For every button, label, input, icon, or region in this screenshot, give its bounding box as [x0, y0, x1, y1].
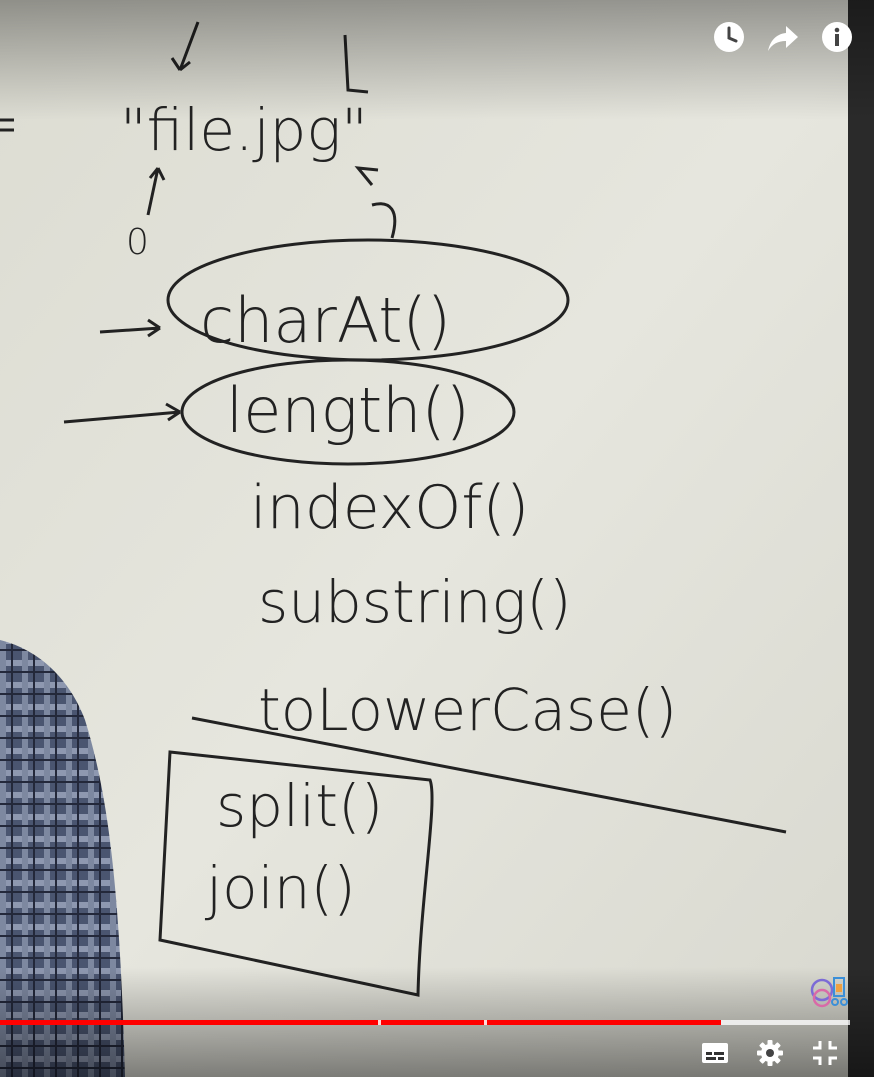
chapter-marker: [483, 1020, 487, 1025]
whiteboard-method-split: split(): [216, 772, 383, 840]
whiteboard-method-charat: charAt(): [200, 284, 451, 357]
whiteboard-method-indexof: indexOf(): [250, 473, 529, 543]
whiteboard-index-zero: 0: [126, 222, 149, 263]
exit-fullscreen-icon: [813, 1041, 837, 1065]
settings-icon: [757, 1040, 783, 1066]
video-player[interactable]: "file.jpg" 0 charAt() length() indexOf()…: [0, 0, 874, 1077]
whiteboard-method-substring: substring(): [258, 568, 572, 636]
info-icon: [822, 22, 852, 52]
share-button[interactable]: [766, 20, 800, 54]
chapter-marker: [378, 1020, 382, 1025]
info-button[interactable]: [820, 20, 854, 54]
whiteboard-method-tolowercase: toLowerCase(): [258, 676, 677, 744]
settings-button[interactable]: [755, 1038, 785, 1068]
subtitles-button[interactable]: [700, 1038, 730, 1068]
share-icon: [768, 26, 798, 51]
progress-bar[interactable]: [0, 1020, 850, 1025]
channel-watermark-icon[interactable]: [808, 970, 852, 1010]
exit-fullscreen-button[interactable]: [810, 1038, 840, 1068]
video-frame: "file.jpg" 0 charAt() length() indexOf()…: [0, 0, 874, 1077]
watch-later-button[interactable]: [712, 20, 746, 54]
top-overlay-gradient: [0, 0, 874, 120]
subtitles-icon: [702, 1043, 728, 1063]
whiteboard-method-length: length(): [226, 374, 470, 447]
whiteboard-method-join: join(): [204, 854, 356, 922]
watch-later-icon: [714, 22, 744, 52]
progress-played: [0, 1020, 721, 1025]
